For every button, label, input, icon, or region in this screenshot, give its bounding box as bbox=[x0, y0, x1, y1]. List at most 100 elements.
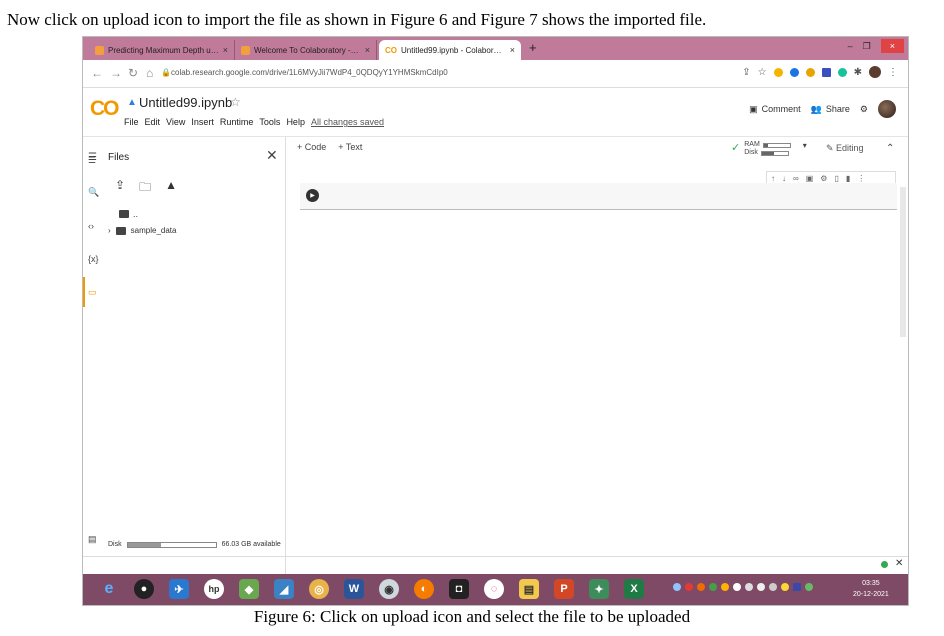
scrollbar[interactable] bbox=[900, 187, 906, 337]
parent-directory[interactable]: .. bbox=[119, 209, 138, 219]
hp-icon[interactable]: hp bbox=[204, 579, 224, 599]
link-icon[interactable]: ∞ bbox=[793, 174, 799, 183]
cell-settings-icon[interactable]: ⚙ bbox=[820, 174, 827, 183]
mirror-cell-icon[interactable]: ▯ bbox=[834, 174, 838, 183]
network-icon[interactable] bbox=[733, 583, 741, 591]
profile-avatar[interactable] bbox=[869, 66, 881, 78]
expand-arrow-icon[interactable]: › bbox=[108, 226, 111, 235]
move-down-icon[interactable]: ↓ bbox=[782, 174, 786, 183]
extension-icon[interactable] bbox=[789, 67, 799, 77]
tray-app-icon[interactable] bbox=[697, 583, 705, 591]
comment-label: Comment bbox=[761, 104, 801, 114]
chrome-icon[interactable]: ◎ bbox=[309, 579, 329, 599]
collapse-header-icon[interactable]: ⌃ bbox=[886, 143, 894, 154]
puzzle-icon[interactable]: ✱ bbox=[854, 67, 862, 78]
search-icon[interactable]: 🔍 bbox=[88, 187, 99, 198]
cell-more-icon[interactable]: ⋮ bbox=[857, 174, 865, 183]
taskbar-clock[interactable]: 03:35 20-12-2021 bbox=[853, 578, 889, 600]
tray-app-icon[interactable] bbox=[685, 583, 693, 591]
app-icon[interactable]: ◢ bbox=[274, 579, 294, 599]
tab-favicon-icon bbox=[95, 45, 104, 55]
app-icon[interactable]: ◌ bbox=[484, 579, 504, 599]
star-icon[interactable]: ☆ bbox=[230, 95, 241, 109]
runtime-dropdown-icon[interactable]: ▾ bbox=[803, 141, 807, 150]
status-close-icon[interactable]: ✕ bbox=[895, 558, 903, 569]
app-icon[interactable]: ◐ bbox=[414, 579, 434, 599]
file-explorer-icon[interactable]: ▤ bbox=[519, 579, 539, 599]
app-icon[interactable]: ● bbox=[134, 579, 154, 599]
menu-view[interactable]: View bbox=[166, 117, 185, 127]
tray-app-icon[interactable] bbox=[721, 583, 729, 591]
tray-app-icon[interactable] bbox=[781, 583, 789, 591]
tray-app-icon[interactable] bbox=[793, 583, 801, 591]
app-icon[interactable]: ✦ bbox=[589, 579, 609, 599]
tab-close-icon[interactable]: × bbox=[510, 45, 515, 55]
share-page-icon[interactable]: ⇪ bbox=[742, 67, 750, 78]
reload-icon[interactable]: ↻ bbox=[128, 66, 138, 80]
grammarly-icon[interactable] bbox=[837, 67, 847, 77]
tray-app-icon[interactable] bbox=[745, 583, 753, 591]
files-folder-icon[interactable]: ▭ bbox=[88, 287, 97, 298]
menu-insert[interactable]: Insert bbox=[191, 117, 214, 127]
extension-icon[interactable] bbox=[821, 67, 831, 77]
browser-tab-1[interactable]: Predicting Maximum Depth usin × bbox=[89, 40, 235, 60]
editing-mode-button[interactable]: ✎ Editing bbox=[826, 143, 864, 154]
forward-icon[interactable]: → bbox=[110, 66, 122, 80]
restore-icon[interactable]: ❐ bbox=[863, 41, 871, 52]
url-field[interactable]: colab.research.google.com/drive/1L6MVyJi… bbox=[171, 68, 448, 77]
code-snippets-icon[interactable]: ‹› bbox=[88, 221, 94, 231]
upload-file-icon[interactable]: ⇪ bbox=[115, 178, 125, 199]
notebook-title[interactable]: Untitled99.ipynb bbox=[139, 95, 232, 110]
folder-item-sample-data[interactable]: › sample_data bbox=[108, 226, 176, 235]
window-close-button[interactable]: × bbox=[880, 39, 904, 53]
browser-tab-2[interactable]: Welcome To Colaboratory - Cola × bbox=[235, 40, 377, 60]
comment-button[interactable]: ▣ Comment bbox=[749, 104, 801, 115]
user-avatar[interactable] bbox=[878, 100, 896, 118]
signal-icon[interactable] bbox=[769, 583, 777, 591]
code-cell[interactable]: ▶ bbox=[300, 183, 897, 210]
excel-icon[interactable]: X bbox=[624, 579, 644, 599]
extension-icon[interactable] bbox=[773, 67, 783, 77]
home-icon[interactable]: ⌂ bbox=[146, 66, 153, 80]
screen-recorder-icon[interactable]: ◘ bbox=[449, 579, 469, 599]
browser-tab-3-active[interactable]: CO Untitled99.ipynb - Colaboratory × bbox=[379, 40, 521, 60]
menu-edit[interactable]: Edit bbox=[145, 117, 161, 127]
tab-close-icon[interactable]: × bbox=[365, 45, 370, 55]
menu-help[interactable]: Help bbox=[286, 117, 305, 127]
browser-menu-icon[interactable]: ⋮ bbox=[888, 67, 898, 78]
back-icon[interactable]: ← bbox=[91, 66, 103, 80]
app-icon[interactable]: ◆ bbox=[239, 579, 259, 599]
minimize-icon[interactable]: – bbox=[848, 41, 853, 51]
mount-drive-icon[interactable]: ▲ bbox=[165, 178, 177, 199]
volume-icon[interactable] bbox=[757, 583, 765, 591]
settings-gear-icon[interactable]: ⚙ bbox=[860, 104, 868, 115]
delete-icon[interactable]: ▮ bbox=[846, 174, 850, 183]
powerpoint-icon[interactable]: P bbox=[554, 579, 574, 599]
menu-tools[interactable]: Tools bbox=[259, 117, 280, 127]
tab-close-icon[interactable]: × bbox=[223, 45, 228, 55]
extension-icon[interactable] bbox=[805, 67, 815, 77]
resource-monitor[interactable]: ✓ RAM Disk ▾ bbox=[731, 141, 807, 156]
new-tab-button[interactable]: + bbox=[529, 40, 537, 55]
refresh-folder-icon[interactable]: 🗀 bbox=[139, 178, 151, 199]
add-code-button[interactable]: + Code bbox=[297, 142, 326, 152]
comment-cell-icon[interactable]: ▣ bbox=[806, 174, 814, 183]
bookmark-star-icon[interactable]: ☆ bbox=[758, 67, 767, 78]
tray-app-icon[interactable] bbox=[709, 583, 717, 591]
help-icon[interactable] bbox=[673, 583, 681, 591]
share-button[interactable]: 👥 Share bbox=[811, 104, 850, 115]
move-up-icon[interactable]: ↑ bbox=[771, 174, 775, 183]
terminal-icon[interactable]: ▤ bbox=[88, 534, 97, 545]
tray-app-icon[interactable] bbox=[805, 583, 813, 591]
internet-explorer-icon[interactable]: e bbox=[99, 579, 119, 599]
saved-status-link[interactable]: All changes saved bbox=[311, 117, 384, 127]
menu-file[interactable]: File bbox=[124, 117, 139, 127]
word-icon[interactable]: W bbox=[344, 579, 364, 599]
variables-icon[interactable]: {x} bbox=[88, 254, 99, 264]
close-panel-icon[interactable]: ✕ bbox=[266, 147, 278, 164]
app-icon[interactable]: ◉ bbox=[379, 579, 399, 599]
run-cell-icon[interactable]: ▶ bbox=[306, 189, 319, 202]
add-text-button[interactable]: + Text bbox=[338, 142, 362, 152]
app-icon[interactable]: ✈ bbox=[169, 579, 189, 599]
menu-runtime[interactable]: Runtime bbox=[220, 117, 254, 127]
